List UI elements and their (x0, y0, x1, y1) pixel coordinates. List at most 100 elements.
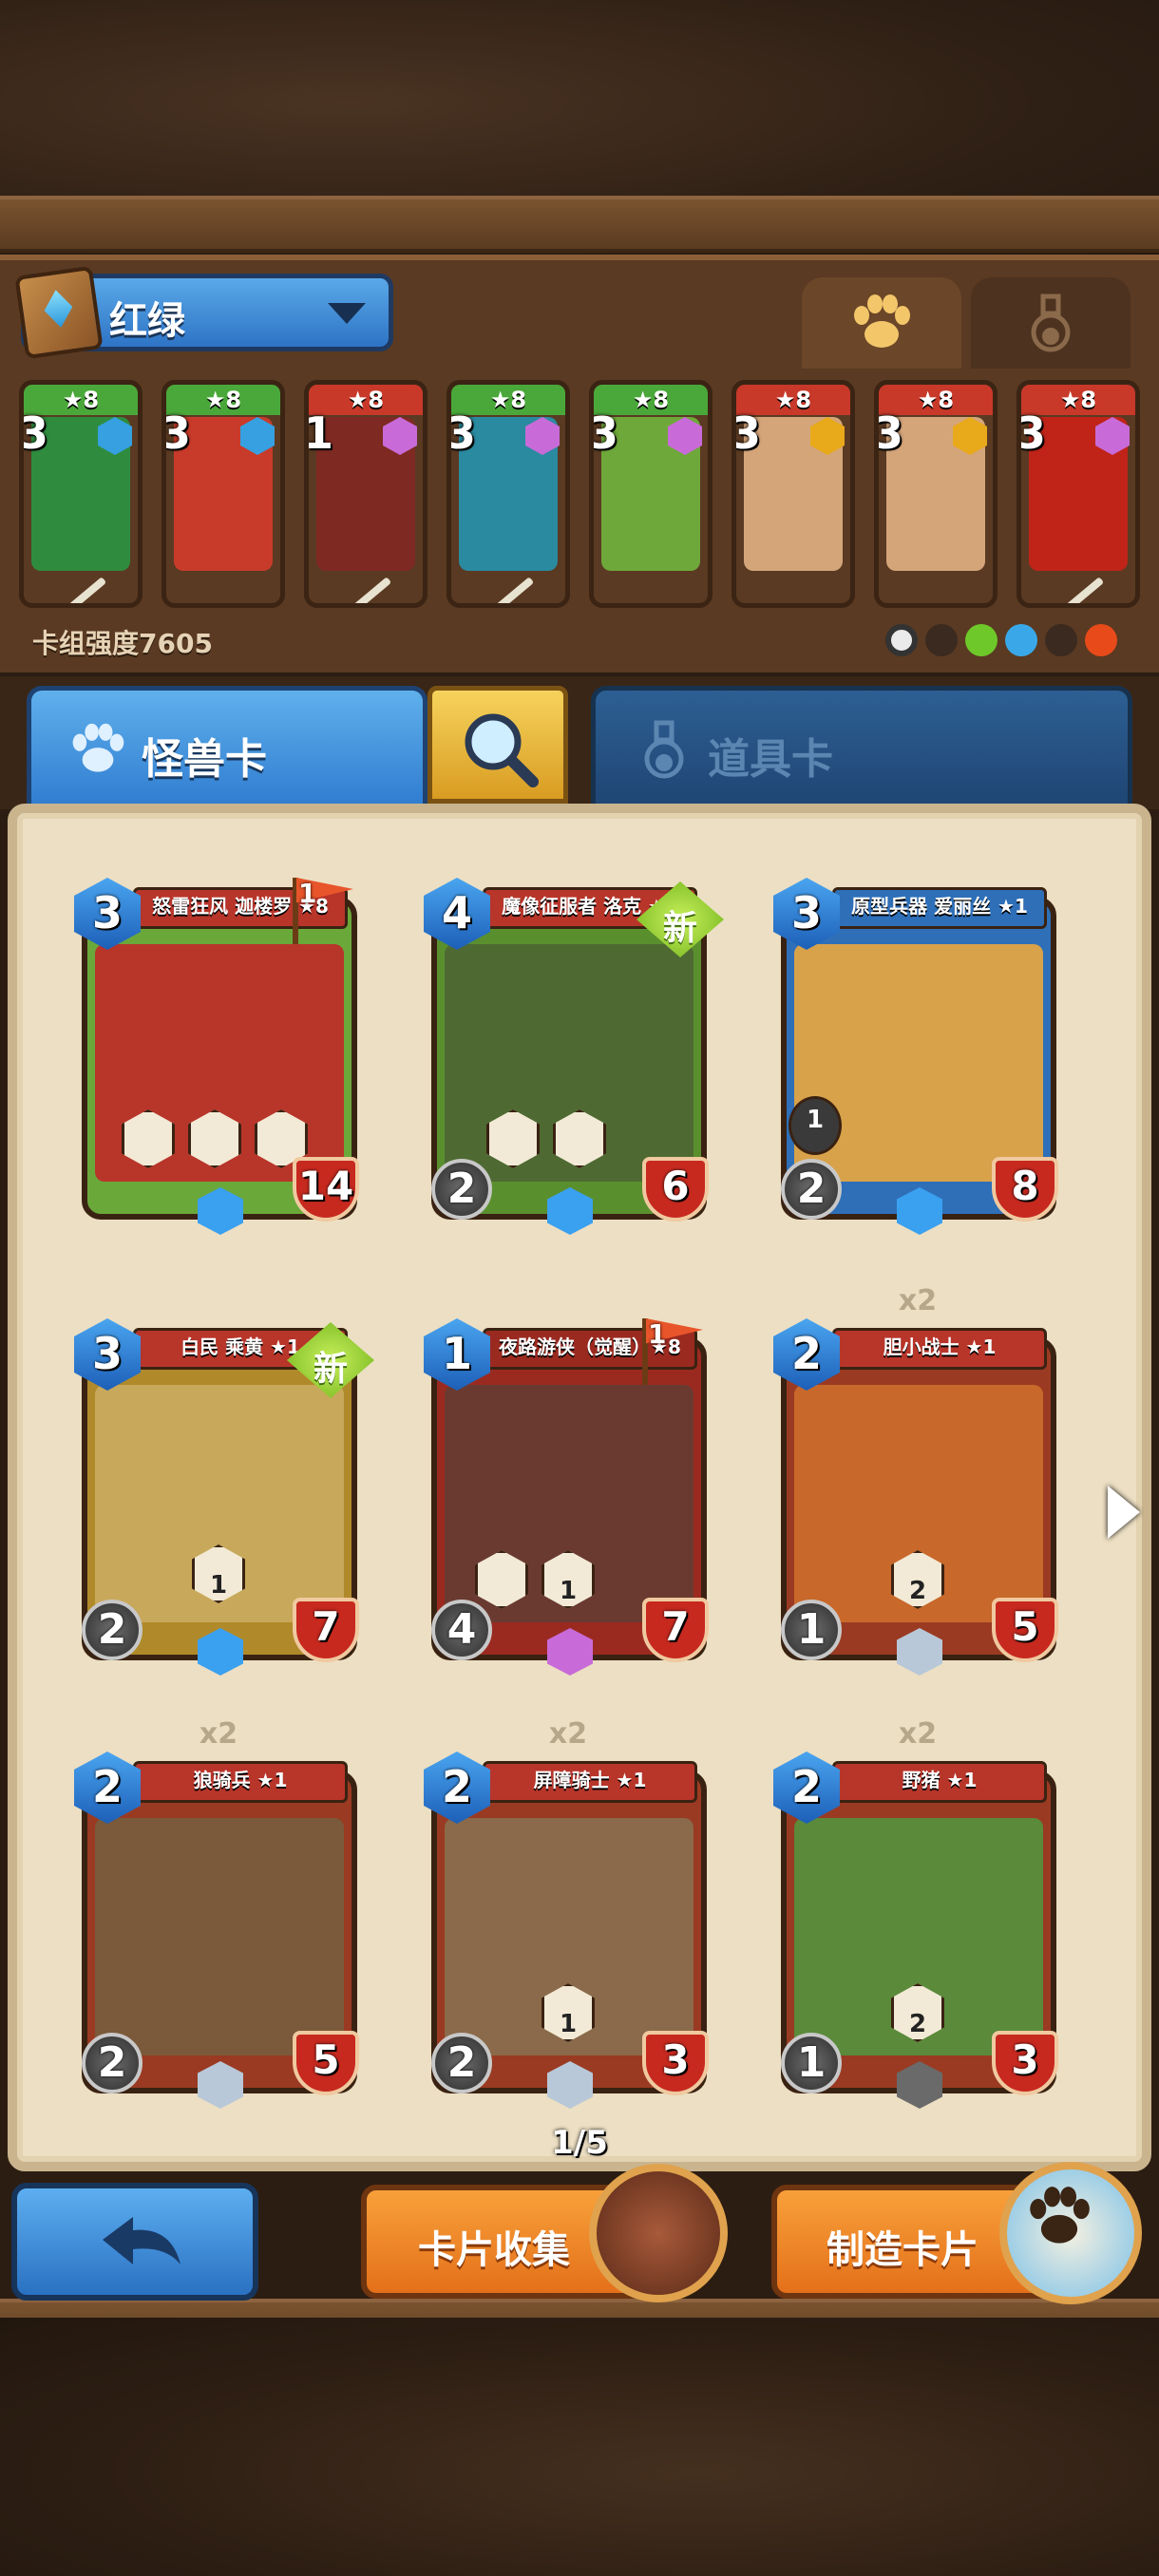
card-cost: 3 (874, 407, 904, 459)
card-health: 14 (297, 1163, 354, 1209)
card-name: 狼骑兵 ★1 (193, 1769, 288, 1791)
card-health: 7 (661, 1603, 690, 1650)
deck-selector[interactable]: 红绿 (14, 265, 393, 360)
card-name: 原型兵器 爱丽丝 ★1 (851, 895, 1028, 918)
tab-item-deck[interactable] (971, 277, 1130, 369)
card-name: 野猪 ★1 (902, 1769, 978, 1791)
sword-icon (352, 577, 392, 603)
card-attack: 1 (796, 2038, 826, 2087)
card-attack: 1 (796, 1605, 826, 1654)
new-label: 新 (313, 1350, 348, 1389)
search-icon (465, 713, 539, 787)
ability-value: 2 (908, 1577, 927, 1605)
card-attack: 2 (97, 2038, 127, 2087)
potion-icon (644, 720, 684, 779)
tab-monster-cards[interactable]: 怪兽卡 (27, 686, 428, 807)
sword-icon (1065, 577, 1105, 603)
neutral-element-icon (885, 624, 918, 656)
card-health: 6 (661, 1163, 690, 1209)
card-cost: 2 (441, 1761, 472, 1812)
paw-icon (854, 294, 910, 348)
collection-card[interactable]: 夜路游侠（觉醒）★8 1 1 1 4 7 (424, 1318, 711, 1676)
card-cost: 3 (1016, 407, 1047, 459)
deck-card[interactable]: ★8 3 (589, 380, 712, 608)
tab-monster-deck[interactable] (802, 277, 961, 369)
deck-card[interactable]: ★8 3 (732, 380, 855, 608)
next-page-arrow-icon[interactable] (1108, 1486, 1140, 1539)
deck-card[interactable]: ★8 3 (1016, 380, 1140, 608)
sword-icon (495, 577, 535, 603)
card-name: 胆小战士 ★1 (883, 1335, 997, 1358)
card-health: 5 (312, 2036, 340, 2083)
back-arrow-icon (103, 2217, 180, 2264)
card-collection-label: 卡片收集 (418, 2228, 570, 2272)
ability-value: 1 (559, 2010, 578, 2038)
craft-card-label: 制造卡片 (826, 2228, 978, 2272)
element-filter-row (885, 623, 1132, 657)
ability-value: 1 (559, 1577, 578, 1605)
wood-divider-top (0, 196, 1159, 253)
potion-icon (1031, 294, 1071, 352)
card-cost: 3 (790, 887, 822, 938)
paw-icon (72, 723, 124, 772)
card-attack: 2 (796, 1165, 826, 1213)
collection-card[interactable]: x2 胆小战士 ★1 2 2 1 5 (773, 1284, 1060, 1676)
ability-value: 1 (209, 1571, 228, 1600)
tab-item-label: 道具卡 (708, 735, 833, 784)
card-attack: 4 (446, 1605, 477, 1654)
card-cost: 3 (589, 407, 619, 459)
ability-value: 1 (806, 1106, 825, 1134)
card-health: 3 (1011, 2036, 1039, 2083)
back-button[interactable] (11, 2183, 258, 2301)
water-element-icon (1005, 624, 1037, 656)
deck-book-icon (14, 265, 104, 360)
collection-card[interactable]: 魔像征服者 洛克 ★1 4 新 2 6 (424, 878, 724, 1235)
sword-icon (67, 577, 107, 603)
card-health: 5 (1011, 1603, 1039, 1650)
card-cost: 1 (441, 1328, 472, 1379)
deck-card[interactable]: ★8 1 (304, 380, 428, 608)
collection-card[interactable]: 白民 乘黄 ★1 3 新 1 2 7 (74, 1318, 374, 1676)
tab-monster-label: 怪兽卡 (142, 735, 267, 784)
card-cost: 2 (790, 1328, 822, 1379)
card-cost: 3 (19, 407, 49, 459)
collection-card[interactable]: 怒雷狂风 迦楼罗 ★8 3 1 14 (74, 878, 361, 1235)
deck-card[interactable]: ★8 3 (162, 380, 285, 608)
collection-card[interactable]: x2 狼骑兵 ★1 2 2 5 (74, 1717, 361, 2109)
bottom-background (0, 2318, 1159, 2576)
deck-card[interactable]: ★8 3 (874, 380, 998, 608)
card-collection-medal-icon (589, 2164, 728, 2302)
search-button[interactable] (428, 686, 568, 804)
card-cost: 3 (446, 407, 477, 459)
craft-potion-icon (999, 2162, 1142, 2304)
earth-element-icon (1045, 624, 1077, 656)
deck-card[interactable]: ★8 3 (19, 380, 142, 608)
page-indicator: 1/5 (551, 2124, 608, 2162)
deck-strength: 卡组强度7605 (32, 628, 213, 659)
dark-element-icon (925, 624, 958, 656)
card-cost: 3 (91, 1328, 123, 1379)
card-count: x2 (898, 1284, 938, 1317)
card-attack: 2 (97, 1605, 127, 1654)
card-cost: 3 (732, 407, 762, 459)
card-health: 3 (661, 2036, 690, 2083)
dropdown-arrow-icon (328, 303, 366, 324)
ability-value: 2 (908, 2010, 927, 2038)
nature-element-icon (965, 624, 998, 656)
deck-card[interactable]: ★8 3 (446, 380, 570, 608)
card-attack: 2 (446, 1165, 477, 1213)
collection-card[interactable]: x2 屏障骑士 ★1 2 1 2 3 (424, 1717, 711, 2109)
card-cost: 4 (441, 887, 472, 938)
card-cost: 2 (790, 1761, 822, 1812)
card-cost: 2 (91, 1761, 123, 1812)
collection-card[interactable]: x2 野猪 ★1 2 2 1 3 (773, 1717, 1060, 2109)
card-art (95, 1818, 344, 2055)
collection-card[interactable]: 原型兵器 爱丽丝 ★1 3 1 2 8 (773, 878, 1060, 1235)
card-count: x2 (199, 1717, 238, 1751)
card-count: x2 (548, 1717, 588, 1751)
tab-item-cards[interactable]: 道具卡 (591, 686, 1132, 807)
card-health: 8 (1011, 1163, 1039, 1209)
paw-icon (1030, 2187, 1090, 2244)
game-screen: 红绿 ★8 3 ★8 3 ★8 1 ★8 3 ★8 3 ★8 3 ★8 3 ★8… (0, 0, 1159, 2576)
flag-value: 1 (648, 1318, 667, 1350)
